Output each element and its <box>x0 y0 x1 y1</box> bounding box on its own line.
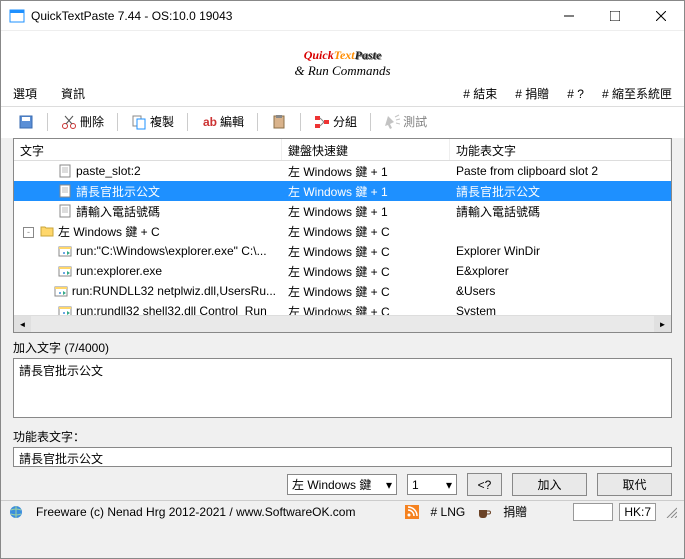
bottom-controls: 左 Windows 鍵▾ 1▾ <? 加入 取代 <box>1 467 684 500</box>
toolbar-test[interactable]: 測試 <box>379 111 432 132</box>
header-menutext[interactable]: 功能表文字 <box>450 139 671 160</box>
file-icon <box>58 204 72 218</box>
toolbar-group[interactable]: 分組 <box>309 111 362 132</box>
table-row[interactable]: run:explorer.exe左 Windows 鍵 + CE&xplorer <box>14 261 671 281</box>
globe-icon <box>5 504 27 520</box>
key-combo[interactable]: 1▾ <box>407 474 457 495</box>
lng-link[interactable]: # LNG <box>428 505 469 519</box>
table-row[interactable]: 請輸入電話號碼左 Windows 鍵 + 1請輸入電話號碼 <box>14 201 671 221</box>
donate-link[interactable]: 捐贈 <box>500 503 530 520</box>
header-shortcut[interactable]: 鍵盤快速鍵 <box>282 139 450 160</box>
scissors-icon <box>61 114 77 130</box>
modifier-combo[interactable]: 左 Windows 鍵▾ <box>287 474 397 495</box>
minimize-button[interactable] <box>546 1 592 31</box>
toolbar-save-icon[interactable] <box>13 112 39 132</box>
logo-area: QuickTextPaste & Run Commands <box>1 31 684 81</box>
entries-list: 文字 鍵盤快速鍵 功能表文字 paste_slot:2左 Windows 鍵 +… <box>13 138 672 333</box>
toolbar-copy[interactable]: 複製 <box>126 111 179 132</box>
addtext-label: 加入文字 (7/4000) <box>13 339 672 356</box>
menutext-label: 功能表文字： <box>13 424 672 445</box>
menu-totray[interactable]: # 縮至系統匣 <box>602 85 672 102</box>
table-row[interactable]: 請長官批示公文左 Windows 鍵 + 1請長官批示公文 <box>14 181 671 201</box>
rss-icon[interactable] <box>402 505 422 519</box>
logo-subtitle: & Run Commands <box>1 63 684 81</box>
group-icon <box>314 114 330 130</box>
close-button[interactable] <box>638 1 684 31</box>
menubar: 選項 資訊 # 結束 # 捐贈 # ? # 縮至系統匣 <box>1 81 684 107</box>
chevron-down-icon: ▾ <box>446 478 452 492</box>
replace-button[interactable]: 取代 <box>597 473 672 496</box>
hk-status: HK:7 <box>619 503 656 521</box>
window-title: QuickTextPaste 7.44 - OS:10.0 19043 <box>31 9 546 23</box>
coffee-icon <box>474 505 494 519</box>
goto-button[interactable]: <? <box>467 473 502 496</box>
header-text[interactable]: 文字 <box>14 139 282 160</box>
expand-toggle[interactable]: - <box>23 227 34 238</box>
table-row[interactable]: run:RUNDLL32 netplwiz.dll,UsersRu...左 Wi… <box>14 281 671 301</box>
file-icon <box>58 184 72 198</box>
menu-donate[interactable]: # 捐贈 <box>515 85 549 102</box>
maximize-button[interactable] <box>592 1 638 31</box>
addtext-input[interactable]: 請長官批示公文 <box>13 358 672 418</box>
list-header: 文字 鍵盤快速鍵 功能表文字 <box>14 139 671 161</box>
empty-status-box <box>573 503 613 521</box>
toolbar-delete[interactable]: 刪除 <box>56 111 109 132</box>
copy-icon <box>131 114 147 130</box>
toolbar: 刪除 複製 ab|編輯 分組 測試 <box>1 107 684 138</box>
run-icon <box>58 264 72 278</box>
menu-end[interactable]: # 結束 <box>463 85 497 102</box>
chevron-down-icon: ▾ <box>386 478 392 492</box>
run-icon <box>58 304 72 315</box>
freeware-text[interactable]: Freeware (c) Nenad Hrg 2012-2021 / www.S… <box>33 505 358 519</box>
run-icon <box>58 244 72 258</box>
horizontal-scrollbar[interactable]: ◄► <box>14 315 671 332</box>
file-icon <box>58 164 72 178</box>
menu-options[interactable]: 選項 <box>13 85 37 102</box>
test-icon <box>384 114 400 130</box>
toolbar-paste-icon[interactable] <box>266 112 292 132</box>
svg-text:ab|: ab| <box>203 115 217 129</box>
resize-grip[interactable] <box>662 506 680 518</box>
add-button[interactable]: 加入 <box>512 473 587 496</box>
run-icon <box>54 284 68 298</box>
logo-text: QuickTextPaste <box>1 33 684 67</box>
table-row[interactable]: -左 Windows 鍵 + C左 Windows 鍵 + C <box>14 221 671 241</box>
table-row[interactable]: run:"C:\Windows\explorer.exe" C:\...左 Wi… <box>14 241 671 261</box>
toolbar-edit[interactable]: ab|編輯 <box>196 111 249 132</box>
table-row[interactable]: paste_slot:2左 Windows 鍵 + 1Paste from cl… <box>14 161 671 181</box>
app-icon <box>9 8 25 24</box>
table-row[interactable]: run:rundll32 shell32.dll Control_Run左 Wi… <box>14 301 671 315</box>
statusbar: Freeware (c) Nenad Hrg 2012-2021 / www.S… <box>1 500 684 522</box>
edit-icon: ab| <box>201 114 217 130</box>
folder-icon <box>40 224 54 238</box>
menu-help[interactable]: # ? <box>567 87 584 101</box>
menutext-input[interactable]: 請長官批示公文 <box>13 447 672 467</box>
titlebar: QuickTextPaste 7.44 - OS:10.0 19043 <box>1 1 684 31</box>
menu-info[interactable]: 資訊 <box>61 85 85 102</box>
